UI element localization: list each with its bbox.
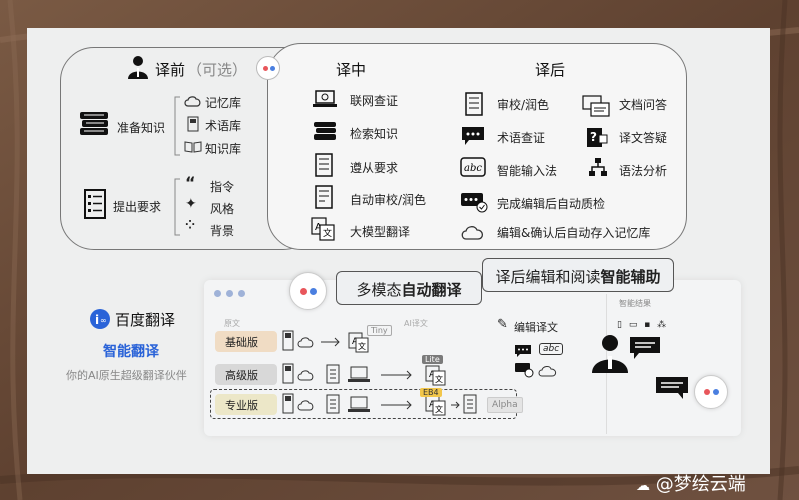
tier-basic-label: 基础版: [225, 336, 258, 349]
edit-translation-label: 编辑译文: [514, 321, 558, 334]
brand-slogan: 你的AI原生超级翻译伙伴: [66, 369, 187, 382]
auto-translate-prefix: 多模态: [356, 281, 402, 299]
tier-lite-badge: Lite: [422, 355, 443, 364]
open-book-icon: [184, 141, 202, 153]
terms-label: 术语库: [205, 119, 242, 133]
syntax-tree-icon: [589, 158, 607, 176]
background-label: 背景: [210, 224, 235, 238]
after-left-item-4: 编辑&确认后自动存入记忆库: [497, 226, 651, 240]
during-title: 译中: [336, 61, 367, 79]
svg-text:?: ?: [590, 130, 597, 144]
brand-name: 百度翻译: [115, 311, 176, 329]
brand-product: 智能翻译: [103, 344, 159, 360]
tier-pro-bar: 专业版: [215, 394, 277, 415]
review-list-icon: [315, 185, 333, 209]
row-basic-pipeline: A 文: [282, 330, 369, 353]
knowledge-label: 知识库: [205, 142, 242, 156]
during-item-4: 大模型翻译: [350, 225, 411, 239]
svg-text:∞: ∞: [100, 316, 107, 325]
book-stack-small-icon: [314, 122, 336, 140]
doc-qa-icon: [582, 95, 610, 117]
cloud-save-icon: [461, 226, 484, 240]
after-right-item-1: 译文答疑: [619, 131, 668, 145]
assistant-person-icon: [592, 335, 628, 373]
quote-icon: “: [185, 173, 196, 192]
tier-tiny-badge: Tiny: [367, 325, 392, 336]
tier-alpha-badge: Alpha: [487, 397, 523, 413]
assist-toolbar-icons: ▯ ▭ ▪ ⁂: [617, 320, 669, 330]
svg-text:i: i: [95, 313, 99, 327]
checklist-icon: [84, 189, 106, 219]
watermark-text: @梦绘云端: [655, 474, 746, 495]
assistant-chat-icon: [630, 337, 660, 359]
during-item-0: 联网查证: [350, 94, 399, 108]
instruction-label: 指令: [210, 180, 235, 194]
laptop-icon: [313, 90, 337, 107]
abc-small-icon: abc: [539, 343, 564, 355]
tier-advanced-label: 高级版: [225, 369, 258, 382]
quality-check-icon: [461, 193, 488, 213]
before-optional: （可选）: [187, 61, 248, 79]
during-item-1: 检索知识: [350, 127, 399, 141]
person-icon: [128, 56, 148, 79]
before-title: 译前: [155, 61, 186, 79]
tier-pro-label: 专业版: [225, 399, 258, 412]
review-icon: [465, 92, 483, 116]
reply-chat-icon: [656, 377, 688, 399]
svg-text:文: 文: [435, 374, 443, 384]
qc-small-icon: [515, 363, 534, 378]
memory-label: 记忆库: [205, 96, 242, 110]
style-label: 风格: [210, 202, 235, 216]
abc-input-icon: abc: [460, 157, 486, 177]
requirements-label: 提出要求: [113, 200, 162, 214]
callout-logo-icon: [289, 272, 327, 310]
magic-wand-icon: ✦: [185, 196, 197, 212]
assist-callout: 译后编辑和阅读智能辅助: [482, 258, 674, 292]
auto-translate-strong: 自动翻译: [401, 281, 462, 299]
dots-icon: ⁘: [185, 218, 195, 232]
chat-small-icon: [515, 345, 531, 357]
tier-advanced-bar: 高级版: [215, 364, 277, 385]
svg-text:文: 文: [435, 404, 443, 414]
qa-doc-icon: ?: [587, 128, 608, 147]
after-left-item-1: 术语查证: [497, 131, 546, 145]
row-advanced-pipeline: A 文: [282, 363, 446, 386]
baidu-translate-logo-icon: i ∞: [90, 309, 110, 329]
weibo-icon: ☁: [636, 478, 650, 494]
original-column-label: 原文: [224, 319, 240, 328]
watermark: ☁ @梦绘云端: [636, 470, 746, 496]
after-title: 译后: [535, 61, 566, 79]
after-left-item-3: 完成编辑后自动质检: [497, 197, 606, 211]
book-stack-icon: [80, 112, 108, 135]
after-right-item-0: 文档问答: [619, 98, 668, 112]
bracket-2: [174, 178, 180, 236]
chat-icon: [462, 127, 484, 145]
baidu-ai-logo-icon: [256, 56, 280, 80]
pencil-icon: ✎: [497, 317, 508, 332]
bracket-1: [174, 96, 180, 156]
slide-card: 译前 （可选） 准备知识 记忆库 术语库 知识库 提出要求 “ 指令 ✦ 风格 …: [27, 28, 770, 474]
panel-title: 智能结果: [619, 299, 651, 308]
auto-translate-callout: 多模态自动翻译: [336, 271, 482, 305]
translate-icon: A 文: [311, 217, 335, 241]
after-left-item-2: 智能输入法: [497, 164, 558, 178]
after-right-item-2: 语法分析: [619, 164, 668, 178]
svg-text:abc: abc: [464, 163, 482, 174]
terms-icon: [187, 116, 199, 132]
during-item-2: 遵从要求: [350, 161, 399, 175]
cloud-small-icon: [538, 366, 557, 377]
cloud-icon: [184, 96, 201, 107]
svg-text:文: 文: [358, 341, 366, 351]
assist-logo-icon: [694, 375, 728, 409]
row-pro-pipeline: A 文: [282, 393, 477, 416]
assist-strong: 智能辅助: [600, 268, 661, 286]
during-item-3: 自动审校/润色: [350, 193, 427, 207]
after-left-item-0: 审校/润色: [497, 98, 550, 112]
checklist-small-icon: [315, 153, 333, 177]
tier-eb4-badge: EB4: [420, 388, 442, 397]
assist-prefix: 译后编辑和阅读: [495, 268, 601, 286]
tier-basic-bar: 基础版: [215, 331, 277, 352]
prep-knowledge-label: 准备知识: [117, 121, 166, 135]
svg-text:文: 文: [323, 227, 332, 239]
